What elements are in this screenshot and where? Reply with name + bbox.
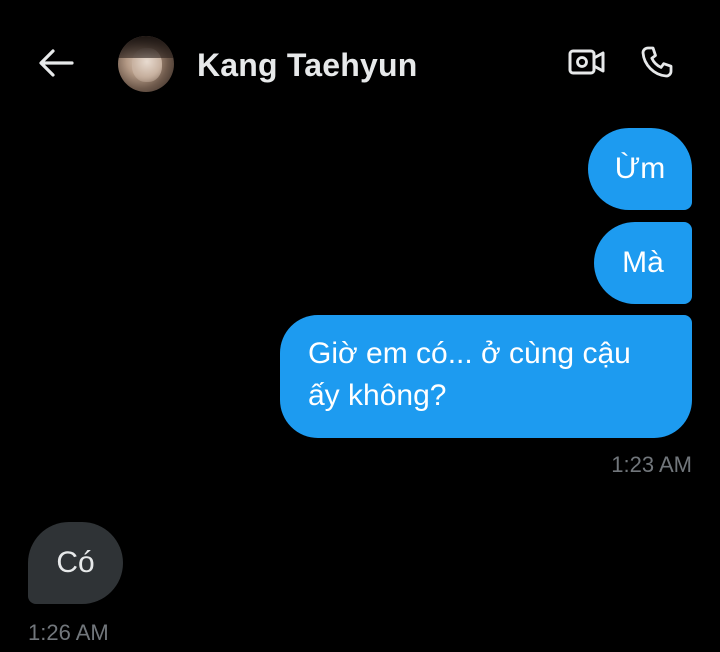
back-button[interactable] [34,45,78,85]
message-timestamp: 1:23 AM [611,452,692,477]
message-text: Có [56,546,95,579]
message-bubble-sent[interactable]: Ừm [588,128,692,210]
message-bubble-sent[interactable]: Giờ em có... ở cùng cậu ấy không? [280,315,692,438]
video-call-button[interactable] [564,44,610,84]
arrow-left-icon [38,48,74,83]
message-text: Giờ em có... ở cùng cậu ấy không? [308,337,631,412]
message-text: Mà [622,246,664,279]
message-bubble-received[interactable]: Có [28,522,123,604]
video-camera-icon [568,47,606,82]
message-bubble-sent[interactable]: Mà [594,222,692,304]
conversation-header: Kang Taehyun [0,0,720,130]
contact-name[interactable]: Kang Taehyun [197,47,418,84]
message-text: Ừm [614,152,666,185]
avatar[interactable] [118,36,174,92]
message-timestamp: 1:26 AM [28,620,109,645]
phone-icon [640,45,674,84]
voice-call-button[interactable] [634,44,680,84]
